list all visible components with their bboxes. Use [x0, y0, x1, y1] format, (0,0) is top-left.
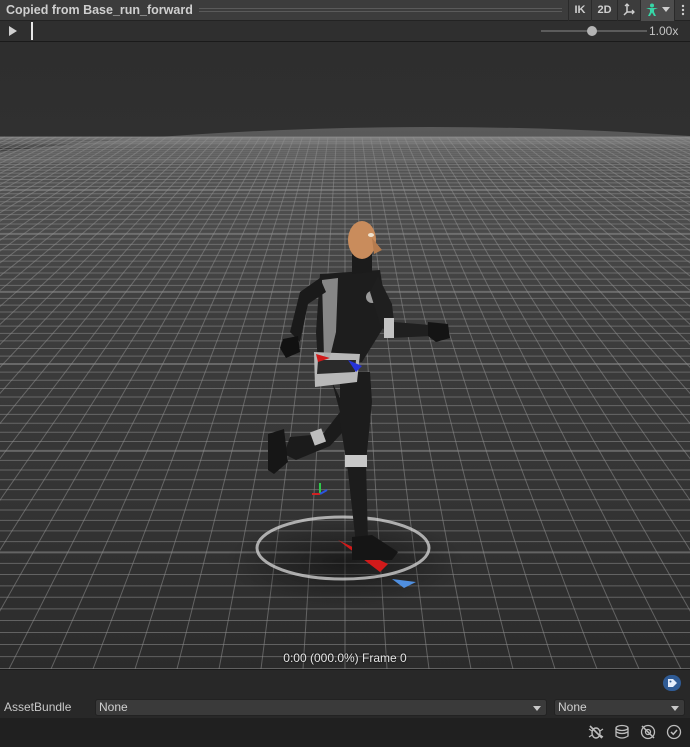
window-title: Copied from Base_run_forward: [6, 3, 193, 17]
window-header: Copied from Base_run_forward IK 2D: [0, 0, 690, 21]
asset-bundle-variant-dropdown[interactable]: None: [554, 699, 685, 716]
debug-toggle[interactable]: [588, 724, 604, 740]
check-circle-icon: [666, 724, 682, 740]
layers-icon: [615, 724, 629, 739]
title-divider: [198, 8, 562, 12]
visibility-toggle[interactable]: [640, 724, 656, 740]
preview-viewport[interactable]: [0, 42, 690, 669]
tag-icon: [668, 679, 677, 687]
speed-value: 1.00x: [649, 24, 679, 38]
layers-button[interactable]: [614, 724, 630, 740]
playback-toolbar: 1.00x: [0, 21, 690, 42]
pivot-toggle-button[interactable]: [617, 0, 640, 21]
asset-bundle-panel: AssetBundle None None: [0, 669, 690, 718]
kebab-menu-icon: [681, 4, 684, 16]
avatar-icon: [646, 3, 658, 16]
2d-label: 2D: [597, 4, 612, 16]
play-icon: [9, 26, 17, 36]
eye-off-icon: [640, 724, 656, 740]
more-options-button[interactable]: [674, 0, 690, 21]
pivot-icon: [623, 3, 635, 16]
label-tag-button[interactable]: [663, 675, 681, 691]
dropdown-arrow-icon: [662, 7, 670, 12]
ik-label: IK: [574, 4, 586, 16]
2d-toggle-button[interactable]: 2D: [591, 0, 617, 21]
play-button[interactable]: [5, 24, 21, 38]
chevron-down-icon: [671, 706, 679, 711]
asset-bundle-variant-value: None: [558, 700, 587, 714]
animation-time-info: 0:00 (000.0%) Frame 0: [283, 651, 407, 665]
character-shadow: [225, 517, 465, 607]
chevron-down-icon: [533, 706, 541, 711]
timeline-scrubber[interactable]: [31, 22, 33, 40]
speed-slider-thumb[interactable]: [587, 26, 597, 36]
bug-off-icon: [588, 725, 604, 739]
status-check-button[interactable]: [666, 724, 682, 740]
asset-bundle-name-dropdown[interactable]: None: [95, 699, 547, 716]
avatar-dropdown-button[interactable]: [640, 0, 674, 21]
ik-toggle-button[interactable]: IK: [568, 0, 591, 21]
asset-bundle-name-value: None: [99, 700, 128, 714]
scene-render: [0, 42, 690, 669]
asset-bundle-label: AssetBundle: [4, 700, 72, 714]
status-bar: [0, 718, 690, 747]
